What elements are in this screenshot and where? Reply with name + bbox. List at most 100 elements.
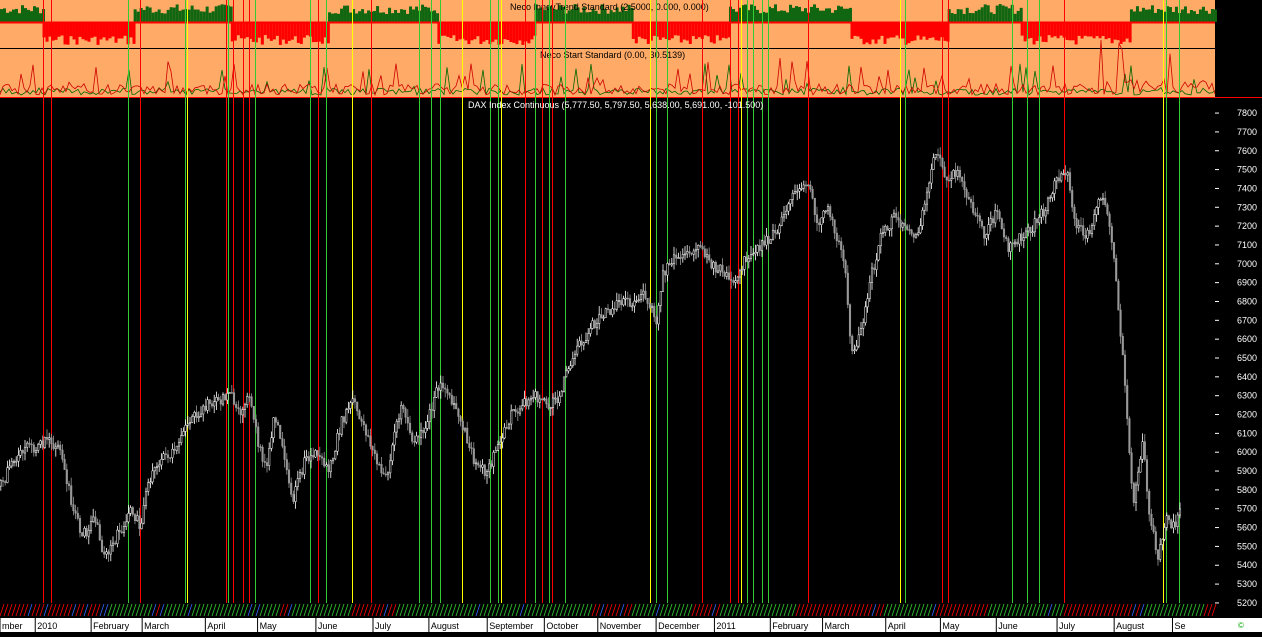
innovtrend-down-bar <box>509 23 513 43</box>
x-tick-label: April <box>207 621 225 631</box>
innovtrend-down-bar <box>670 23 674 39</box>
candle-body <box>314 450 317 458</box>
candle-body <box>930 169 933 184</box>
candle-body <box>820 217 823 225</box>
candle-body <box>1115 258 1118 282</box>
y-tick-label: 6900 <box>1237 278 1257 288</box>
innovtrend-down-bar <box>1086 23 1090 37</box>
innovtrend-down-bar <box>114 23 118 43</box>
candle-body <box>455 403 458 410</box>
candle-body <box>780 216 783 226</box>
candle-body <box>1123 354 1127 386</box>
candle-body <box>107 551 110 555</box>
candle-body <box>268 448 271 466</box>
candle-body <box>683 253 687 256</box>
candle-body <box>375 453 379 465</box>
candle-body <box>149 481 152 484</box>
candle-body <box>985 234 988 239</box>
candle-body <box>272 417 275 439</box>
innovtrend-down-bar <box>1092 23 1096 39</box>
innovtrend-up-bar <box>962 13 966 22</box>
innovtrend-up-bar <box>193 9 197 22</box>
candle-body <box>1154 531 1157 551</box>
candle-body <box>292 494 295 502</box>
candle-body <box>815 214 819 224</box>
candle-body <box>974 212 977 216</box>
candle-body <box>1066 172 1069 176</box>
candle-body <box>15 460 18 463</box>
candle-body <box>461 420 464 431</box>
candle-body <box>595 323 599 329</box>
innovtrend-down-bar <box>299 23 303 44</box>
innovtrend-up-bar <box>1204 10 1208 22</box>
candle-body <box>224 394 227 401</box>
innovtrend-up-bar <box>1019 7 1023 22</box>
candle-body <box>96 522 99 525</box>
innovtrend-up-bar <box>136 11 140 22</box>
candle-body <box>241 409 244 416</box>
candle-body <box>811 189 814 199</box>
innovtrend-up-bar <box>813 4 816 22</box>
candle-body <box>884 225 887 233</box>
candle-body <box>213 401 216 407</box>
candle-body <box>111 542 115 546</box>
innovtrend-up-bar <box>21 5 24 22</box>
candle-body <box>611 308 614 315</box>
candle-body <box>494 450 497 453</box>
candle-body <box>248 396 251 398</box>
innovtrend-up-bar <box>795 6 798 22</box>
candle-body <box>188 422 192 425</box>
candle-body <box>259 446 262 448</box>
candle-body <box>791 192 794 200</box>
candle-body <box>140 522 143 529</box>
candle-body <box>312 455 315 458</box>
candle-body <box>303 457 306 475</box>
candle-body <box>338 433 341 435</box>
candle-body <box>1121 336 1124 356</box>
candle-body <box>558 395 561 403</box>
candle-body <box>679 257 682 259</box>
candle-body <box>752 253 755 256</box>
innovtrend-down-bar <box>293 23 297 37</box>
innovtrend-up-bar <box>594 10 598 22</box>
candle-body <box>56 444 60 448</box>
candle-body <box>824 210 827 213</box>
y-tick-label: 7200 <box>1237 221 1257 231</box>
innovtrend-down-bar <box>895 23 899 36</box>
candle-body <box>76 512 79 519</box>
innovtrend-up-bar <box>950 13 954 22</box>
candle-body <box>290 482 293 495</box>
innovtrend-down-bar <box>1122 23 1126 42</box>
candle-body <box>63 458 66 470</box>
candle-body <box>1016 241 1019 245</box>
innovtrend-down-bar <box>446 23 450 37</box>
candle-body <box>133 514 137 522</box>
innovtrend-down-bar <box>679 23 683 43</box>
y-tick-label: 7700 <box>1237 127 1257 137</box>
candle-body <box>686 251 689 255</box>
innovtrend-down-bar <box>305 23 309 36</box>
candle-body <box>523 398 526 406</box>
candle-body <box>789 199 792 205</box>
candle-body <box>37 444 40 451</box>
candle-body <box>349 402 352 409</box>
candle-body <box>413 441 416 443</box>
innovtrend-down-bar <box>1032 23 1036 45</box>
innovtrend-down-bar <box>233 23 237 41</box>
candle-body <box>6 467 9 483</box>
innovtrend-down-bar <box>862 23 866 45</box>
innovtrend-down-bar <box>1089 23 1093 37</box>
innovtrend-down-bar <box>102 23 106 38</box>
candle-body <box>675 254 678 259</box>
innovtrend-up-bar <box>585 12 589 22</box>
candle-body <box>285 459 288 471</box>
candle-body <box>890 216 893 230</box>
candle-body <box>734 280 737 283</box>
candle-body <box>325 464 328 467</box>
candle-body <box>637 299 640 302</box>
innovtrend-down-bar <box>1050 23 1054 38</box>
candle-body <box>771 230 775 240</box>
candle-body <box>864 306 867 324</box>
candle-body <box>692 250 695 255</box>
candle-body <box>250 396 253 407</box>
